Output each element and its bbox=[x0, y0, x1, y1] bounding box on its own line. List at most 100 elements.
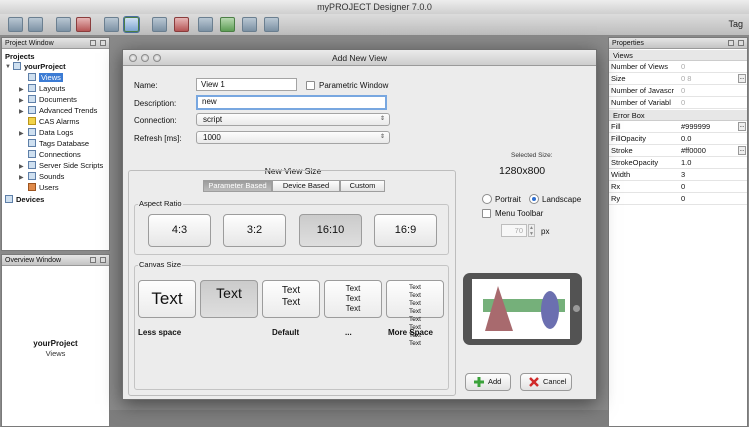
property-group-error-box[interactable]: Error Box bbox=[609, 110, 747, 121]
main-toolbar bbox=[0, 14, 749, 36]
less-space-label: Less space bbox=[138, 328, 182, 337]
collapse-arrow-icon[interactable]: ▶ bbox=[19, 163, 24, 170]
project-window-title: Project Window bbox=[5, 40, 54, 47]
copy-icon[interactable] bbox=[56, 17, 71, 32]
ratio-16-9-button[interactable]: 16:9 bbox=[374, 214, 437, 247]
canvas-size-option-3[interactable]: Text Text bbox=[262, 280, 320, 318]
save-all-icon[interactable] bbox=[28, 17, 43, 32]
property-row[interactable]: Number of Variabl 0 bbox=[609, 97, 747, 109]
property-row[interactable]: Rx 0 bbox=[609, 181, 747, 193]
property-row[interactable]: Number of Javascr 0 bbox=[609, 85, 747, 97]
overview-window: Overview Window yourProject Views bbox=[1, 254, 110, 427]
add-view-icon[interactable] bbox=[123, 16, 140, 33]
connections-icon bbox=[28, 150, 36, 158]
tab-custom[interactable]: Custom bbox=[340, 180, 385, 192]
app-title: myPROJECT Designer 7.0.0 bbox=[317, 2, 432, 12]
delete-icon[interactable] bbox=[76, 17, 91, 32]
preview-ellipse bbox=[541, 291, 559, 329]
maximize-icon[interactable] bbox=[100, 257, 106, 263]
tree-item-advanced-trends[interactable]: Advanced Trends bbox=[28, 106, 97, 116]
connection-label: Connection: bbox=[134, 116, 177, 125]
collapse-arrow-icon[interactable]: ▶ bbox=[19, 130, 24, 137]
ratio-3-2-button[interactable]: 3:2 bbox=[223, 214, 286, 247]
select-arrow-icon: ⇕ bbox=[379, 116, 385, 122]
dialog-title-bar: Add New View bbox=[123, 50, 596, 66]
ratio-16-10-button[interactable]: 16:10 bbox=[299, 214, 362, 247]
trends-icon bbox=[28, 106, 36, 114]
edit-button[interactable]: ... bbox=[738, 74, 746, 83]
remove-view-icon[interactable] bbox=[174, 17, 189, 32]
devices-node[interactable]: Devices bbox=[5, 195, 44, 205]
canvas-size-option-1[interactable]: Text bbox=[138, 280, 196, 318]
tree-item-server-side-scripts[interactable]: Server Side Scripts bbox=[28, 161, 103, 171]
collapse-arrow-icon[interactable]: ▶ bbox=[19, 108, 24, 115]
cancel-button[interactable]: Cancel bbox=[520, 373, 572, 391]
canvas-size-option-5[interactable]: Text Text Text Text Text Text Text Text bbox=[386, 280, 444, 347]
tree-item-documents[interactable]: Documents bbox=[28, 95, 77, 105]
minimize-icon[interactable] bbox=[90, 257, 96, 263]
collapse-arrow-icon[interactable]: ▶ bbox=[19, 86, 24, 93]
ratio-4-3-button[interactable]: 4:3 bbox=[148, 214, 211, 247]
tree-item-data-logs[interactable]: Data Logs bbox=[28, 128, 73, 138]
devices-icon bbox=[5, 195, 13, 203]
stepper-icon[interactable]: ▲ ▼ bbox=[528, 224, 535, 237]
tree-item-layouts[interactable]: Layouts bbox=[28, 84, 65, 94]
menu-toolbar-checkbox[interactable] bbox=[482, 209, 491, 218]
property-row[interactable]: Ry 0 bbox=[609, 193, 747, 205]
tab-parameter-based[interactable]: Parameter Based bbox=[203, 180, 272, 192]
collapse-arrow-icon[interactable]: ▶ bbox=[19, 97, 24, 104]
description-field[interactable]: new bbox=[196, 95, 387, 110]
tab-device-based[interactable]: Device Based bbox=[272, 180, 340, 192]
canvas-size-option-4[interactable]: Text Text Text bbox=[324, 280, 382, 318]
parametric-window-checkbox[interactable] bbox=[306, 81, 315, 90]
property-row[interactable]: StrokeOpacity 1.0 bbox=[609, 157, 747, 169]
save-icon[interactable] bbox=[8, 17, 23, 32]
portrait-label: Portrait bbox=[495, 195, 521, 204]
print-icon[interactable] bbox=[242, 17, 257, 32]
property-row[interactable]: Fill #999999... bbox=[609, 121, 747, 133]
maximize-icon[interactable] bbox=[738, 40, 744, 46]
canvas-size-option-2[interactable]: Text bbox=[200, 280, 258, 318]
import-icon[interactable] bbox=[220, 17, 235, 32]
edit-button[interactable]: ... bbox=[738, 122, 746, 131]
tag-label[interactable]: Tag bbox=[728, 19, 743, 29]
name-field[interactable]: View 1 bbox=[196, 78, 297, 91]
view-icon[interactable] bbox=[152, 17, 167, 32]
property-group-views[interactable]: Views bbox=[609, 50, 747, 61]
edit-button[interactable]: ... bbox=[738, 146, 746, 155]
property-row[interactable]: Width 3 bbox=[609, 169, 747, 181]
close-icon[interactable] bbox=[129, 54, 137, 62]
tree-item-connections[interactable]: Connections bbox=[28, 150, 81, 160]
export-icon[interactable] bbox=[198, 17, 213, 32]
connection-select[interactable]: script ⇕ bbox=[196, 113, 390, 126]
refresh-select[interactable]: 1000 ⇕ bbox=[196, 131, 390, 144]
workspace-bottom bbox=[110, 410, 608, 427]
minimize-icon[interactable] bbox=[141, 54, 149, 62]
tree-item-views[interactable]: Views bbox=[28, 73, 63, 83]
menu-toolbar-height-field[interactable]: 70 bbox=[501, 224, 527, 237]
tree-item-cas-alarms[interactable]: CAS Alarms bbox=[28, 117, 79, 127]
landscape-radio[interactable] bbox=[529, 194, 539, 204]
zoom-icon[interactable] bbox=[153, 54, 161, 62]
monitor-icon[interactable] bbox=[104, 17, 119, 32]
property-row[interactable]: FillOpacity 0.0 bbox=[609, 133, 747, 145]
select-arrow-icon: ⇕ bbox=[379, 134, 385, 140]
project-node[interactable]: yourProject bbox=[13, 62, 66, 72]
scripts-icon bbox=[28, 161, 36, 169]
maximize-icon[interactable] bbox=[100, 40, 106, 46]
tree-item-users[interactable]: Users bbox=[28, 183, 59, 193]
minimize-icon[interactable] bbox=[90, 40, 96, 46]
cancel-icon bbox=[529, 377, 539, 387]
add-button[interactable]: Add bbox=[465, 373, 511, 391]
property-row[interactable]: Stroke #ff0000... bbox=[609, 145, 747, 157]
tree-item-sounds[interactable]: Sounds bbox=[28, 172, 64, 182]
portrait-radio[interactable] bbox=[482, 194, 492, 204]
tree-item-tags-database[interactable]: Tags Database bbox=[28, 139, 89, 149]
collapse-arrow-icon[interactable]: ▶ bbox=[19, 174, 24, 181]
copy-view-icon[interactable] bbox=[264, 17, 279, 32]
expand-arrow-icon[interactable]: ▼ bbox=[5, 64, 11, 70]
minimize-icon[interactable] bbox=[728, 40, 734, 46]
overview-project-name: yourProject bbox=[33, 339, 78, 348]
property-row[interactable]: Size 0 8... bbox=[609, 73, 747, 85]
property-row[interactable]: Number of Views 0 bbox=[609, 61, 747, 73]
